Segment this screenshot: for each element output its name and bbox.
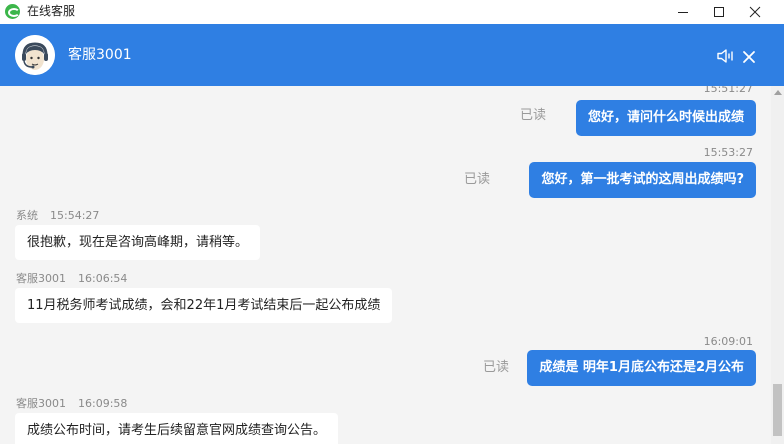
- message-sender: 系统: [16, 209, 38, 222]
- speaker-icon[interactable]: [716, 48, 736, 64]
- message-time: 15:51:27: [703, 86, 753, 95]
- scroll-up-arrow-icon[interactable]: [774, 90, 782, 95]
- chat-app-icon: [5, 4, 20, 19]
- scrollbar-thumb[interactable]: [773, 384, 782, 436]
- agent-name: 客服3001: [68, 47, 132, 63]
- minimize-button[interactable]: [666, 0, 700, 24]
- close-icon[interactable]: [742, 50, 756, 64]
- maximize-button[interactable]: [702, 0, 736, 24]
- message-bubble-incoming: 很抱歉，现在是咨询高峰期，请稍等。: [15, 225, 261, 260]
- message-bubble-outgoing: 您好，请问什么时候出成绩: [575, 100, 756, 136]
- minimize-icon: [678, 12, 688, 13]
- message-time: 16:06:54: [78, 272, 128, 285]
- chat-header: 客服3001: [0, 24, 784, 86]
- message-bubble-incoming: 成绩公布时间，请考生后续留意官网成绩查询公告。: [15, 413, 339, 444]
- agent-headset-avatar-icon: [15, 35, 55, 75]
- window-close-icon: [749, 6, 761, 18]
- window-titlebar: 在线客服: [0, 0, 784, 24]
- message-sender: 客服3001: [16, 397, 66, 410]
- message-sender: 客服3001: [16, 272, 66, 285]
- message-bubble-outgoing: 您好，第一批考试的这周出成绩吗?: [529, 162, 756, 198]
- message-time: 15:54:27: [50, 209, 100, 222]
- window-title: 在线客服: [27, 4, 76, 18]
- message-sender-line: 系统 15:54:27: [16, 209, 99, 223]
- read-status: 已读: [463, 172, 490, 187]
- agent-avatar: [15, 35, 55, 75]
- read-status: 已读: [482, 360, 509, 375]
- maximize-icon: [714, 7, 724, 17]
- message-time: 15:53:27: [703, 146, 753, 159]
- message-bubble-incoming: 11月税务师考试成绩，会和22年1月考试结束后一起公布成绩: [15, 288, 393, 323]
- message-time: 16:09:58: [78, 397, 128, 410]
- window-close-button[interactable]: [738, 0, 772, 24]
- message-time: 16:09:01: [703, 335, 753, 348]
- message-list: 15:51:27 已读 您好，请问什么时候出成绩 15:53:27 已读 您好，…: [0, 86, 771, 444]
- read-status: 已读: [519, 108, 546, 123]
- message-sender-line: 客服3001 16:09:58: [16, 397, 127, 411]
- message-sender-line: 客服3001 16:06:54: [16, 272, 127, 286]
- message-bubble-outgoing: 成绩是 明年1月底公布还是2月公布: [527, 350, 756, 386]
